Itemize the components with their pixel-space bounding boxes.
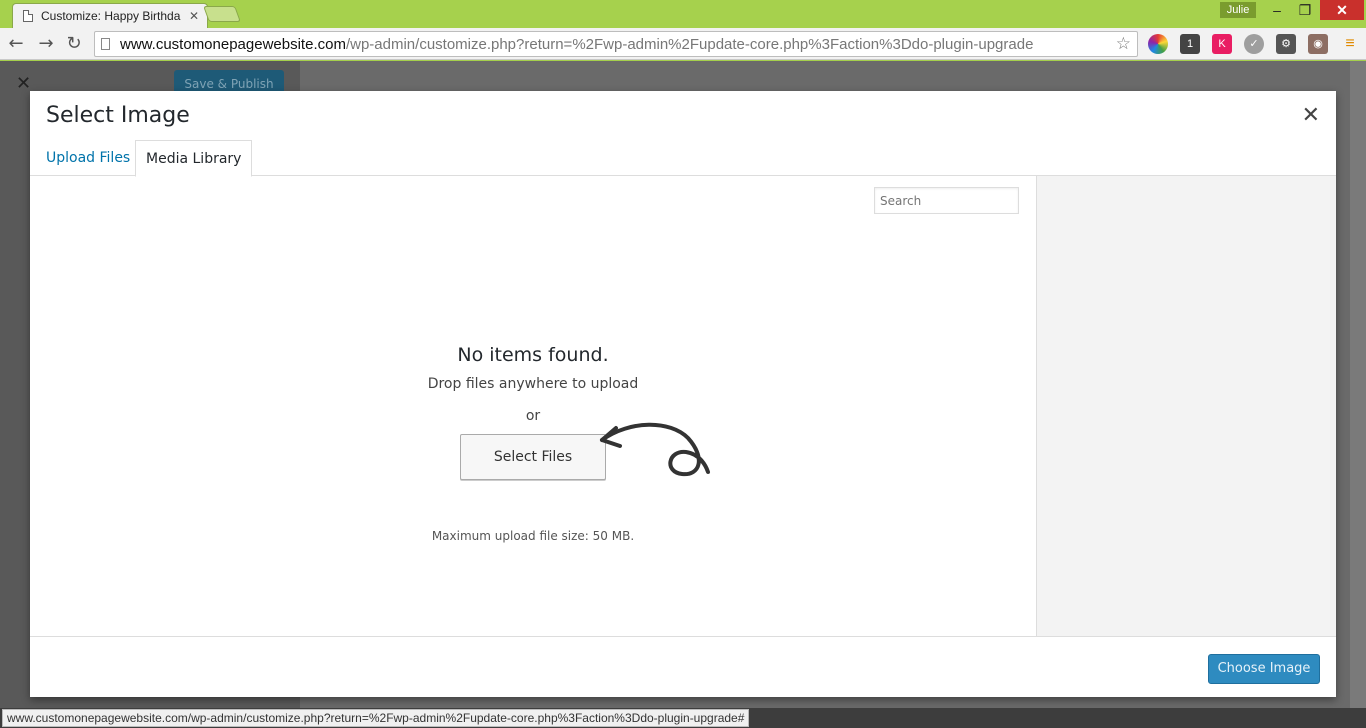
restore-icon[interactable]: ❐ [1292, 0, 1318, 20]
bookmark-star-icon[interactable]: ☆ [1116, 34, 1131, 54]
media-content: No items found. Drop files anywhere to u… [30, 176, 1036, 636]
url-host: www.customonepagewebsite.com [120, 35, 346, 53]
camera-extension-icon[interactable]: ◉ [1308, 34, 1328, 54]
address-bar[interactable]: www.customonepagewebsite.com /wp-admin/c… [94, 31, 1138, 57]
user-badge[interactable]: Julie [1220, 2, 1256, 18]
modal-close-icon[interactable]: ✕ [1302, 103, 1320, 128]
choose-image-button[interactable]: Choose Image [1208, 654, 1320, 684]
modal-footer: Choose Image [30, 636, 1336, 697]
browser-titlebar: Customize: Happy Birthda ✕ Julie – ❐ ✕ [0, 0, 1366, 28]
hand-drawn-arrow-icon [600, 422, 710, 477]
modal-title: Select Image [46, 103, 190, 128]
menu-icon[interactable]: ≡ [1340, 34, 1360, 54]
attachment-details-panel [1036, 176, 1336, 636]
max-upload-size-text: Maximum upload file size: 50 MB. [431, 529, 635, 543]
modal-tabs: Upload Files Media Library [30, 140, 1336, 177]
or-text: or [525, 408, 541, 424]
document-icon [23, 10, 33, 22]
new-tab-button[interactable] [203, 6, 241, 22]
tab-title: Customize: Happy Birthda [41, 9, 181, 23]
tab-media-library[interactable]: Media Library [135, 140, 253, 177]
url-path: /wp-admin/customize.php?return=%2Fwp-adm… [345, 35, 1034, 53]
search-input[interactable] [874, 187, 1019, 214]
customizer-close-icon[interactable]: ✕ [16, 73, 31, 94]
color-picker-extension-icon[interactable] [1148, 34, 1168, 54]
page-icon [101, 38, 110, 50]
back-arrow-icon[interactable]: ← [4, 32, 28, 56]
browser-tab[interactable]: Customize: Happy Birthda ✕ [12, 3, 208, 28]
k-extension-icon[interactable]: K [1212, 34, 1232, 54]
one-extension-icon[interactable]: 1 [1180, 34, 1200, 54]
select-image-modal: Select Image ✕ Upload Files Media Librar… [30, 91, 1336, 697]
tab-upload-files[interactable]: Upload Files [36, 140, 140, 176]
page-scrollbar[interactable] [1350, 61, 1366, 708]
check-extension-icon[interactable]: ✓ [1244, 34, 1264, 54]
minimize-icon[interactable]: – [1264, 0, 1290, 20]
reload-icon[interactable]: ↻ [62, 32, 86, 56]
puzzle-extension-icon[interactable]: ⚙ [1276, 34, 1296, 54]
empty-heading: No items found. [457, 344, 609, 366]
browser-toolbar: ← → ↻ www.customonepagewebsite.com /wp-a… [0, 28, 1366, 60]
window-close-icon[interactable]: ✕ [1320, 0, 1364, 20]
drop-files-text: Drop files anywhere to upload [427, 376, 639, 392]
tab-close-icon[interactable]: ✕ [189, 9, 199, 23]
status-bar-url: www.customonepagewebsite.com/wp-admin/cu… [2, 709, 750, 727]
forward-arrow-icon[interactable]: → [34, 32, 58, 56]
select-files-button[interactable]: Select Files [460, 434, 606, 480]
